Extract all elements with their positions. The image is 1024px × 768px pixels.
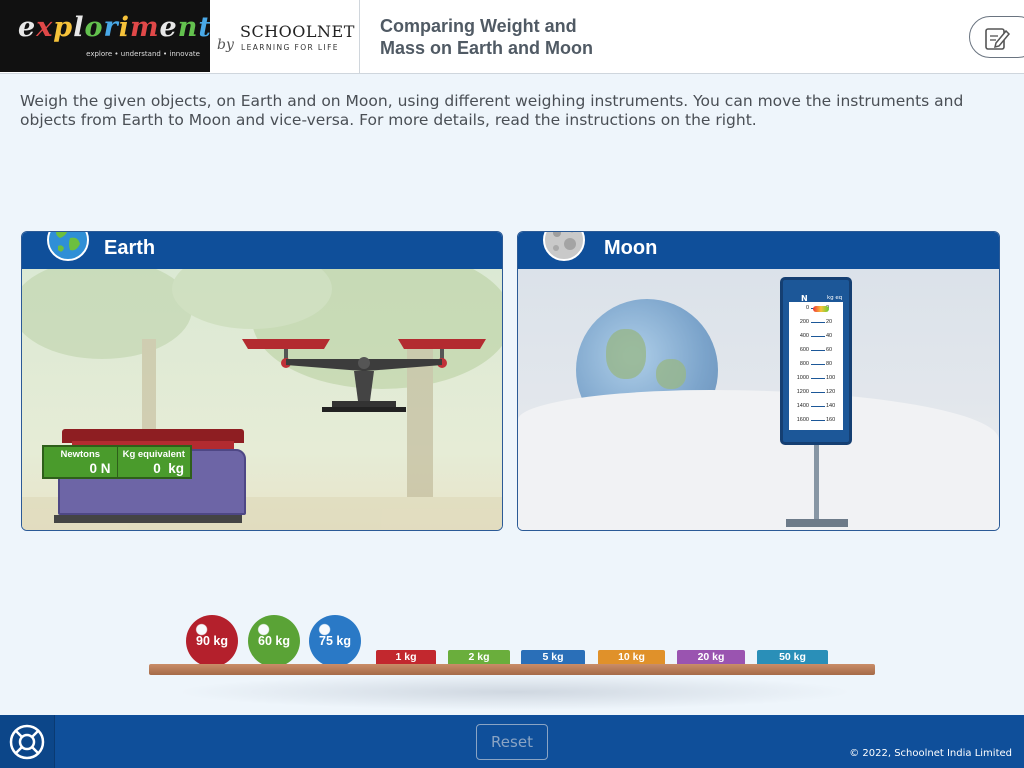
earth-scene[interactable]: Newtons 0 N Kg equivalent 0 kg [22,269,502,530]
newtons-value: 0 N [89,461,111,476]
spring-tick-newton-label: 1200 [796,389,809,395]
moon-panel: Moon N kg eq 002002040040600608008010001… [517,231,1000,531]
newtons-cell: Newtons 0 N [44,447,117,477]
scale-base [54,515,242,523]
spring-tick: 1400 140 [789,400,843,413]
logo-wordmark: exploriments [18,12,210,43]
spring-tick-kg-label: 120 [826,389,836,395]
weight-block-50kg[interactable]: 50 kg [757,650,828,664]
instructions-text: Weigh the given objects, on Earth and on… [20,92,964,129]
help-button[interactable] [0,715,55,768]
scale-display: Newtons 0 N Kg equivalent 0 kg [42,445,192,479]
mass-ball-label: 90 kg [196,634,228,648]
spring-tick: 200 20 [789,316,843,329]
spring-tick-newton-label: 200 [799,319,809,325]
spring-tick-mark [811,420,825,421]
spring-tick: 1000 100 [789,372,843,385]
spring-kg-label: kg eq [827,295,843,301]
page-title: Comparing Weight and Mass on Earth and M… [380,16,594,58]
copyright-text: © 2022, Schoolnet India Limited [849,748,1012,759]
weight-block-5kg[interactable]: 5 kg [521,650,585,664]
moon-panel-title: Moon [604,237,658,259]
weight-block-1kg[interactable]: 1 kg [376,650,436,664]
schoolnet-logo-tagline: LEARNING FOR LIFE [241,43,339,52]
weight-block-label: 5 kg [542,651,564,663]
lifebuoy-help-icon [9,724,45,760]
weight-block-20kg[interactable]: 20 kg [677,650,745,664]
kg-equivalent-cell: Kg equivalent 0 kg [116,447,191,477]
logo-tagline: explore • understand • innovate [86,50,200,58]
spring-tick-kg-label: 100 [826,375,836,381]
notes-pencil-icon [985,28,1011,50]
exploriments-logo: exploriments explore • understand • inno… [0,0,210,72]
earth-panel: Earth Newtons 0 N Kg equivalent 0 kg [21,231,503,531]
spring-tick-kg-label: 20 [826,319,833,325]
spring-tick: 600 60 [789,344,843,357]
spring-tick-newton-label: 0 [805,305,809,311]
weight-block-label: 20 kg [697,651,725,663]
spring-tick-newton-label: 400 [799,333,809,339]
schoolnet-logo-name: SCHOOLNET [240,22,355,41]
by-text: by [217,37,234,53]
beam-balance[interactable] [242,335,486,415]
spring-tick-mark [811,364,825,365]
spring-tick-newton-label: 1000 [796,375,809,381]
moon-panel-header: Moon [518,232,999,269]
mass-ball-label: 75 kg [319,634,351,648]
spring-tick-newton-label: 1600 [796,417,809,423]
spring-tick-newton-label: 600 [799,347,809,353]
spring-tick-kg-label: 40 [826,333,833,339]
weight-block-label: 50 kg [779,651,806,663]
spring-tick-kg-label: 60 [826,347,833,353]
mass-ball-label: 60 kg [258,634,290,648]
spring-tick-newton-label: 1400 [796,403,809,409]
spring-tick-mark [811,322,825,323]
spring-tick: 400 40 [789,330,843,343]
spring-tick-mark [811,392,825,393]
spring-tick-newton-label: 800 [799,361,809,367]
weight-block-10kg[interactable]: 10 kg [598,650,665,664]
spring-tick: 800 80 [789,358,843,371]
mass-ball-60kg[interactable]: 60 kg [248,615,300,667]
spring-tick: 1600 160 [789,414,843,427]
notes-button[interactable] [969,16,1024,58]
spring-balance[interactable]: N kg eq 00200204004060060800801000100120… [780,277,852,445]
weight-block-2kg[interactable]: 2 kg [448,650,510,664]
spring-tick-kg-label: 140 [826,403,836,409]
shelf-shadow [175,674,855,710]
spring-tick-mark [811,406,825,407]
spring-tick-mark [811,336,825,337]
mass-ball-75kg[interactable]: 75 kg [309,615,361,667]
moon-scene[interactable]: N kg eq 00200204004060060800801000100120… [518,269,999,530]
footer: Reset © 2022, Schoolnet India Limited [0,715,1024,768]
objects-shelf [149,664,875,675]
spring-tick: 1200 120 [789,386,843,399]
weight-block-label: 10 kg [618,651,645,663]
spring-tick-mark [811,378,825,379]
earth-panel-header: Earth [22,232,502,269]
spring-balance-stand [814,445,819,522]
weight-block-label: 2 kg [468,651,490,663]
spring-pointer [813,306,829,312]
earth-globe-icon [47,232,89,261]
newtons-label: Newtons [60,449,101,460]
spring-tick-kg-label: 160 [826,417,836,423]
header-divider [359,0,360,73]
spring-tick-kg-label: 80 [826,361,833,367]
weight-block-label: 1 kg [395,651,417,663]
moon-icon [543,232,585,261]
moon-surface [518,390,999,530]
spring-scale-face: 0020020400406006080080100010012001201400… [789,302,843,430]
kg-equivalent-value: 0 kg [153,461,184,476]
reset-button[interactable]: Reset [476,724,548,760]
header: exploriments explore • understand • inno… [0,0,1024,74]
kg-equivalent-label: Kg equivalent [122,449,185,460]
spring-tick-mark [811,350,825,351]
mass-ball-90kg[interactable]: 90 kg [186,615,238,667]
spring-balance-base [786,519,848,527]
earth-panel-title: Earth [104,237,156,259]
